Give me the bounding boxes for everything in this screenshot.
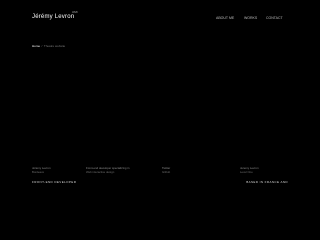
footer-tagline-right: BASED IN FRANCE AND: [246, 180, 288, 184]
footer-city: Bordeaux: [32, 170, 44, 175]
breadcrumb-separator: /: [41, 44, 43, 48]
footer-tagline-left: FRONT-END DEVELOPER: [32, 180, 77, 184]
breadcrumb: Home / Theatre website: [32, 44, 65, 48]
main-nav: ABOUT ME WORKS CONTACT: [0, 16, 320, 22]
footer-github-link[interactable]: Github: [162, 170, 170, 174]
footer-credits: Jeremy Levron Level One: [240, 166, 259, 174]
breadcrumb-home[interactable]: Home: [32, 44, 40, 48]
footer-description-line2: Web interactive design: [86, 170, 115, 175]
nav-works[interactable]: WORKS: [244, 16, 257, 20]
breadcrumb-current: Theatre website: [43, 44, 66, 48]
footer-identity: Jérémy Levron Bordeaux: [32, 166, 51, 174]
nav-contact[interactable]: CONTACT: [266, 16, 283, 20]
footer-description: Front-end developer specializing in Web …: [86, 166, 129, 174]
footer-social: Twitter Github: [162, 166, 170, 174]
footer-credit-link-2[interactable]: Level One: [240, 170, 259, 174]
nav-about-me[interactable]: ABOUT ME: [216, 16, 234, 20]
logo-superscript: WEB: [72, 11, 78, 14]
